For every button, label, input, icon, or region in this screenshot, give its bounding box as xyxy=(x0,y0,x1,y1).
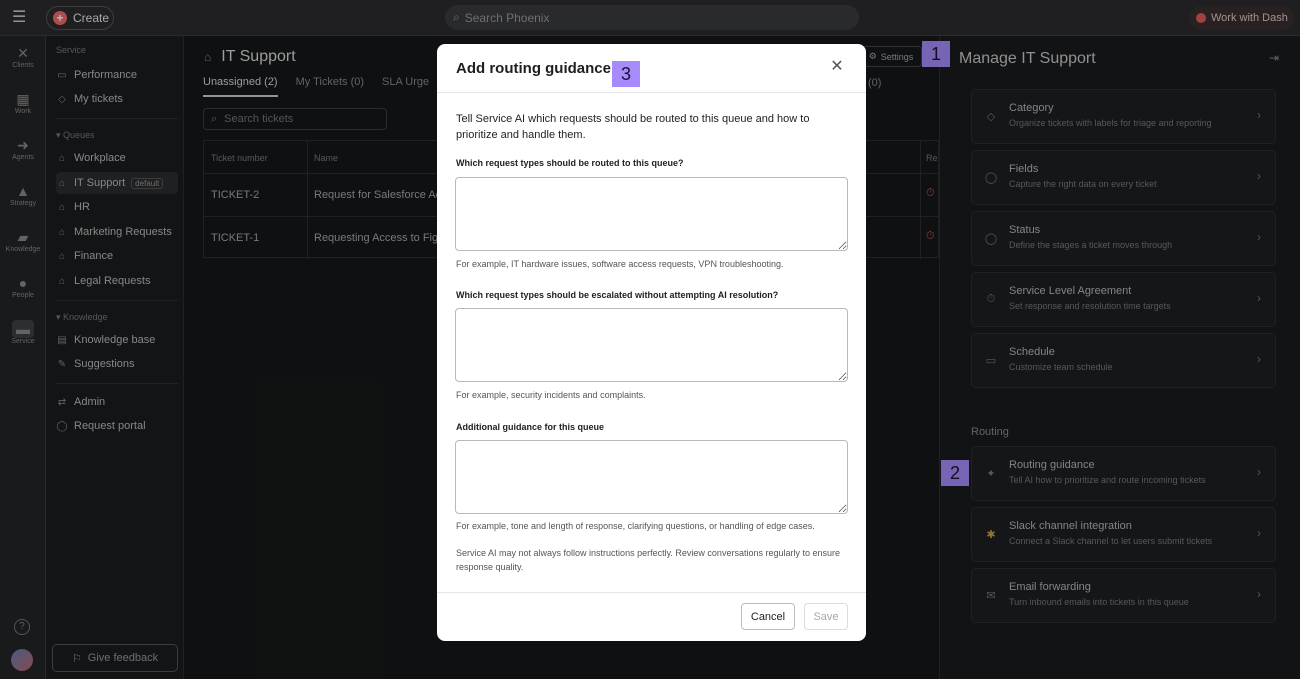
additional-guidance-textarea[interactable] xyxy=(455,440,848,514)
routing-guidance-dialog: Add routing guidance 3 ✕ Tell Service AI… xyxy=(437,44,866,641)
cancel-button[interactable]: Cancel xyxy=(741,603,795,630)
dialog-header-divider xyxy=(437,92,866,93)
save-button[interactable]: Save xyxy=(804,603,848,630)
dialog-title: Add routing guidance xyxy=(456,60,611,77)
callout-3: 3 xyxy=(612,61,640,87)
escalated-requests-hint: For example, security incidents and comp… xyxy=(456,390,646,400)
close-icon[interactable]: ✕ xyxy=(829,59,845,75)
dialog-intro: Tell Service AI which requests should be… xyxy=(456,113,810,141)
additional-guidance-hint: For example, tone and length of response… xyxy=(456,521,815,531)
escalated-requests-label: Which request types should be escalated … xyxy=(456,290,779,300)
ai-disclaimer-note: Service AI may not always follow instruc… xyxy=(456,548,840,572)
additional-guidance-label: Additional guidance for this queue xyxy=(456,422,605,432)
dialog-footer-divider xyxy=(437,592,866,593)
routed-requests-textarea[interactable] xyxy=(455,177,848,251)
routed-requests-label: Which request types should be routed to … xyxy=(456,158,684,168)
routed-requests-hint: For example, IT hardware issues, softwar… xyxy=(456,259,784,269)
escalated-requests-textarea[interactable] xyxy=(455,308,848,382)
